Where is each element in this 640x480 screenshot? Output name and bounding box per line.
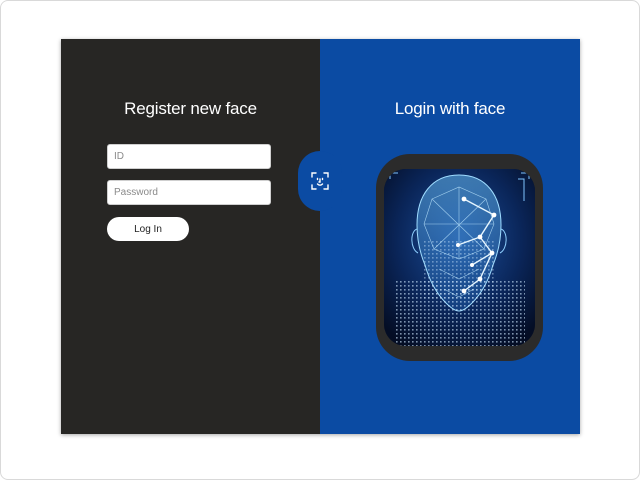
password-input[interactable]	[107, 180, 271, 205]
face-login-heading: Login with face	[394, 99, 506, 118]
login-button[interactable]: Log In	[107, 217, 189, 241]
face-recognition-illustration	[384, 169, 535, 346]
face-image-frame	[376, 154, 543, 361]
face-login-toggle[interactable]	[298, 151, 342, 211]
face-scan-icon	[311, 172, 329, 190]
login-card: Register new face Log In Login with face	[61, 39, 580, 434]
register-panel: Register new face Log In	[61, 39, 320, 434]
id-input[interactable]	[107, 144, 271, 169]
face-recognition-image[interactable]	[384, 169, 535, 346]
face-login-panel: Login with face	[320, 39, 580, 434]
register-heading: Register new face	[124, 99, 257, 118]
